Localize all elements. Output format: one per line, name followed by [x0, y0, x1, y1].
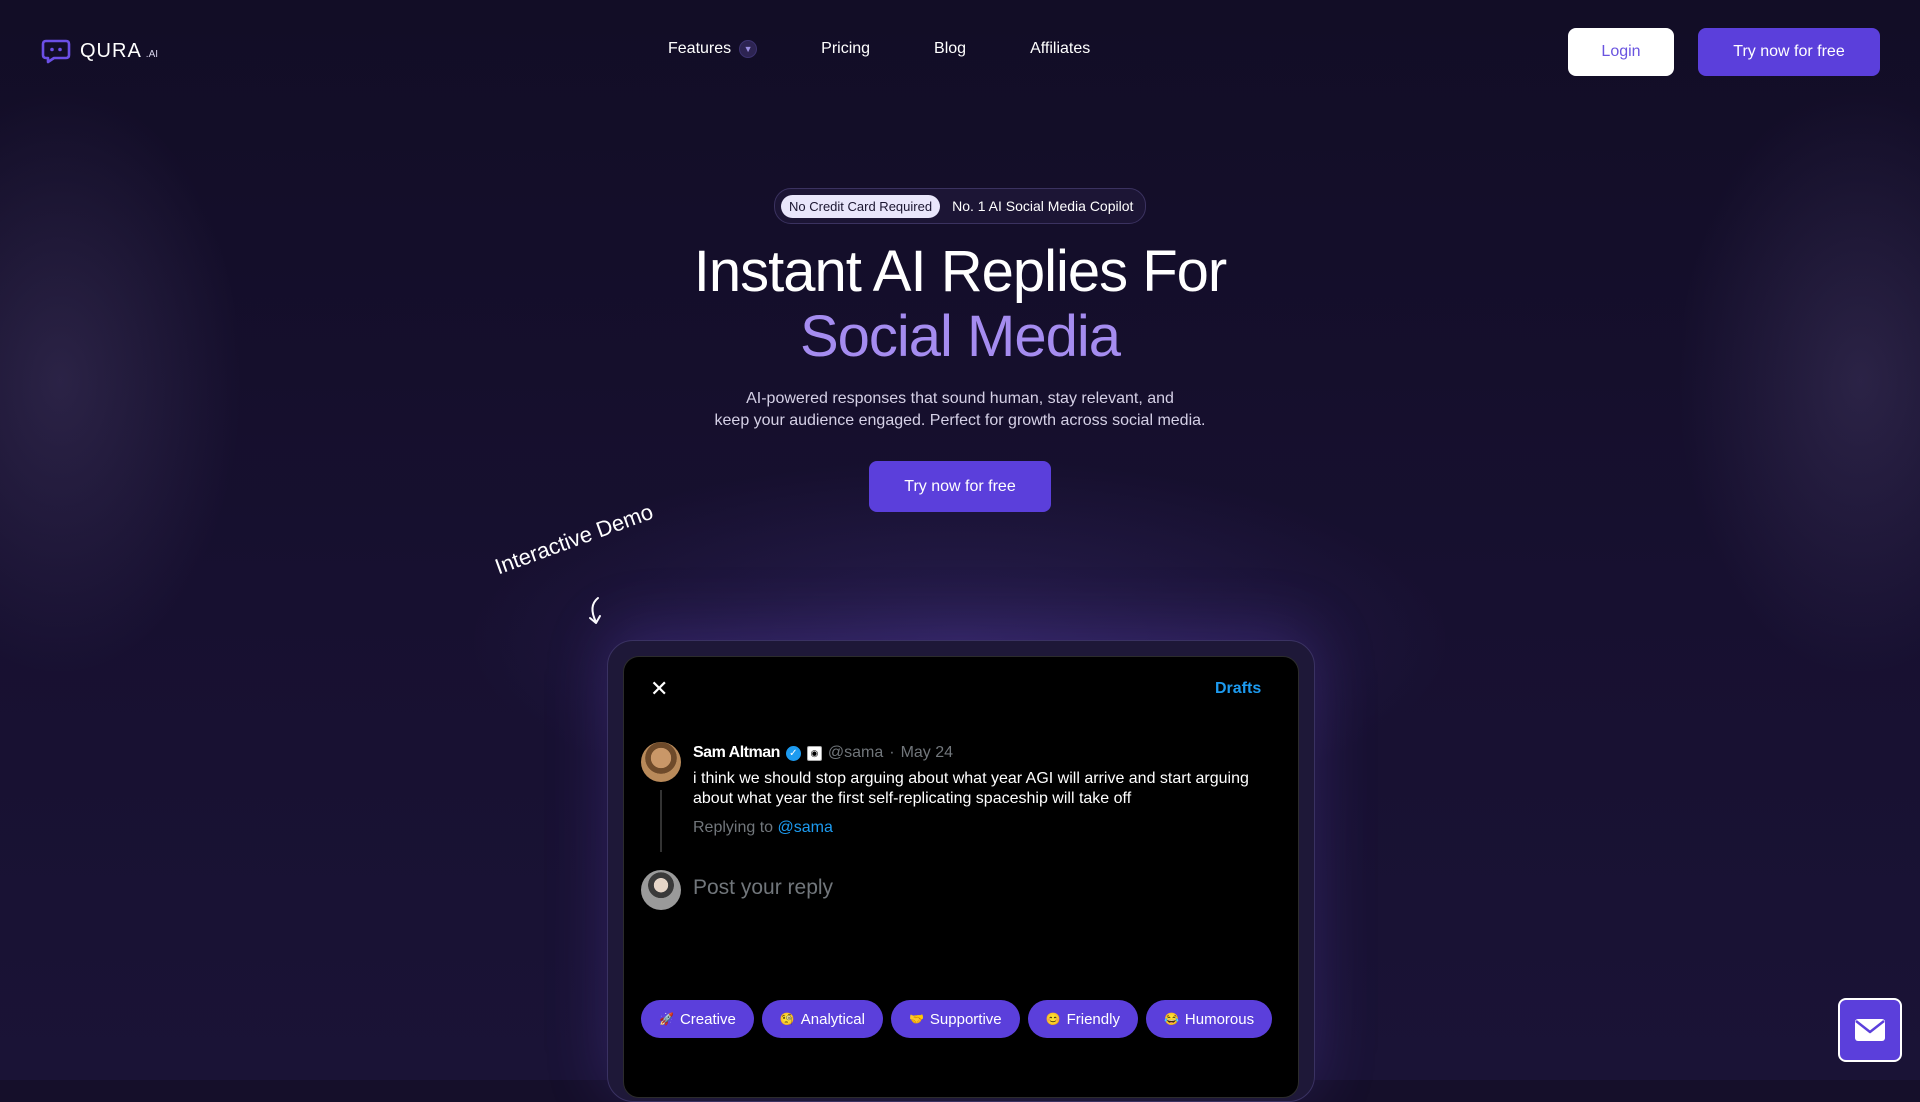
chevron-down-icon: ▼ — [739, 40, 758, 58]
close-icon[interactable]: ✕ — [650, 678, 668, 700]
hero-badge: No Credit Card Required No. 1 AI Social … — [774, 188, 1147, 224]
badge-text: No. 1 AI Social Media Copilot — [952, 198, 1134, 214]
tone-chip-supportive[interactable]: 🤝 Supportive — [890, 1000, 1020, 1038]
thread-line — [660, 790, 662, 852]
user-avatar — [641, 870, 681, 910]
verified-badge-icon: ✓ — [785, 745, 801, 761]
hero-subtitle: AI-powered responses that sound human, s… — [0, 388, 1920, 432]
logo-suffix: .AI — [145, 48, 159, 60]
org-badge-icon: ◉ — [806, 745, 822, 761]
hero-title-highlight: Social Media — [799, 304, 1121, 369]
no-credit-card-tag: No Credit Card Required — [781, 194, 941, 218]
top-nav: QURA .AI Features ▼ Pricing Blog Affilia… — [0, 0, 1920, 104]
tone-label: Analytical — [800, 1010, 865, 1028]
hero-title: Instant AI Replies For — [693, 239, 1227, 304]
nav-link-pricing[interactable]: Pricing — [821, 40, 870, 58]
nav-link-affiliates[interactable]: Affiliates — [1030, 40, 1090, 58]
nav-link-label: Blog — [934, 40, 967, 57]
try-free-hero-button[interactable]: Try now for free — [869, 461, 1051, 512]
mail-icon — [1855, 1019, 1885, 1041]
chat-widget-button[interactable] — [1838, 998, 1902, 1062]
logo-chat-icon — [41, 39, 71, 64]
author-handle: @sama — [827, 744, 884, 761]
nav-link-label: Pricing — [821, 40, 871, 57]
nav-link-features[interactable]: Features ▼ — [668, 40, 758, 58]
reply-input[interactable]: Post your reply — [693, 876, 833, 900]
tone-chip-analytical[interactable]: 🧐 Analytical — [761, 1000, 883, 1038]
author-name: Sam Altman — [693, 744, 780, 761]
tweet-text: i think we should stop arguing about wha… — [693, 770, 1249, 807]
nav-links: Features ▼ Pricing Blog Affiliates — [668, 40, 1154, 58]
curved-arrow-icon — [589, 597, 601, 624]
logo[interactable]: QURA .AI — [40, 38, 158, 64]
tweet-date: May 24 — [900, 744, 954, 761]
tone-chip-friendly[interactable]: 😊 Friendly — [1027, 1000, 1138, 1038]
monocle-face-icon: 🧐 — [779, 1012, 795, 1026]
tone-chip-humorous[interactable]: 😂 Humorous — [1145, 1000, 1273, 1038]
nav-link-label: Affiliates — [1030, 40, 1091, 57]
tone-chip-creative[interactable]: 🚀 Creative — [641, 1000, 754, 1038]
hero-subtitle-line2: keep your audience engaged. Perfect for … — [714, 412, 1206, 429]
tweet-header: Sam Altman ✓ ◉ @sama · May 24 — [693, 744, 953, 762]
try-free-nav-button[interactable]: Try now for free — [1698, 28, 1880, 76]
login-button[interactable]: Login — [1568, 28, 1674, 76]
logo-text: QURA — [80, 39, 142, 62]
smiling-face-icon: 😊 — [1045, 1012, 1061, 1026]
tone-label: Supportive — [929, 1010, 1002, 1028]
hero-subtitle-line1: AI-powered responses that sound human, s… — [746, 390, 1174, 407]
tone-chips: 🚀 Creative 🧐 Analytical 🤝 Supportive 😊 F… — [641, 1000, 1281, 1038]
author-avatar — [641, 742, 681, 782]
tone-label: Friendly — [1066, 1010, 1120, 1028]
rocket-icon: 🚀 — [659, 1012, 674, 1026]
nav-link-label: Features — [668, 40, 732, 57]
tone-label: Creative — [679, 1010, 736, 1028]
separator-dot: · — [889, 744, 895, 761]
tone-label: Humorous — [1184, 1010, 1255, 1028]
drafts-button[interactable]: Drafts — [1215, 680, 1261, 698]
replying-to: Replying to @sama — [693, 819, 833, 837]
replying-prefix: Replying to — [693, 819, 774, 836]
handshake-icon: 🤝 — [908, 1012, 924, 1026]
nav-link-blog[interactable]: Blog — [934, 40, 966, 58]
laughing-face-icon: 😂 — [1163, 1012, 1179, 1026]
replying-handle-link[interactable]: @sama — [778, 819, 833, 836]
